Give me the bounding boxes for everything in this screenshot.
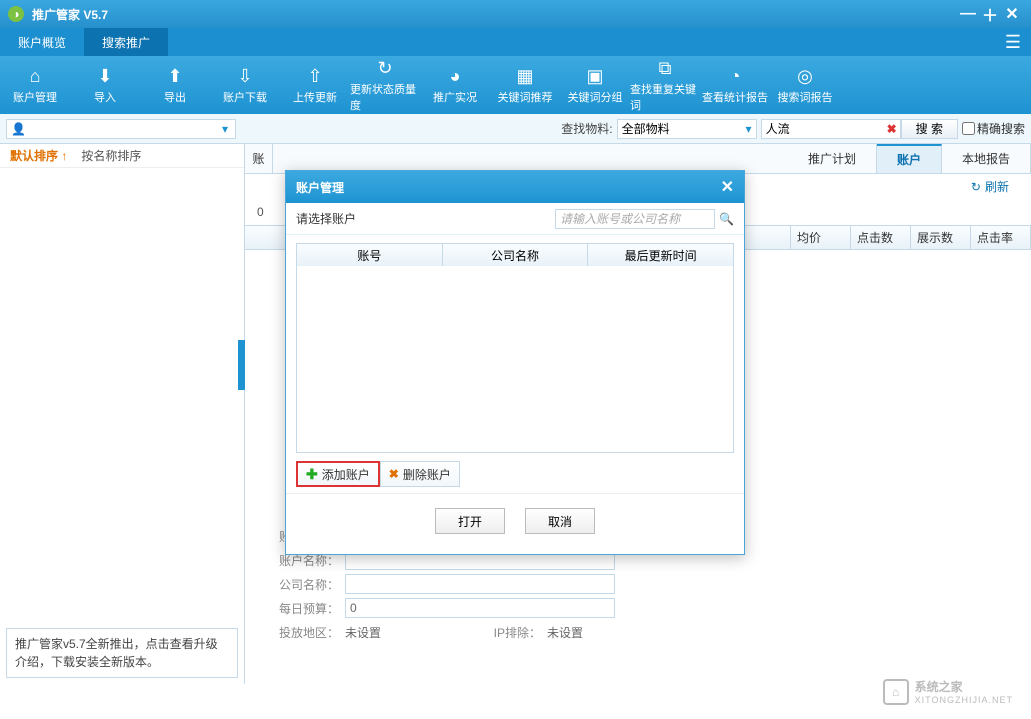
hamburger-menu-icon[interactable]: ☰ bbox=[995, 28, 1031, 56]
group-icon: ▣ bbox=[586, 65, 603, 87]
sidebar-note[interactable]: 推广管家v5.7全新推出，点击查看升级介绍，下载安装全新版本。 bbox=[6, 628, 238, 678]
modal-subtitle: 请选择账户 bbox=[296, 210, 356, 227]
import-icon: ⬇ bbox=[97, 65, 112, 87]
company-label: 公司名称： bbox=[269, 576, 339, 593]
exact-search-checkbox[interactable]: 精确搜索 bbox=[962, 120, 1025, 137]
recommend-icon: ▦ bbox=[516, 65, 533, 87]
region-value: 未设置 bbox=[345, 624, 465, 641]
col-clicks[interactable]: 点击数 bbox=[851, 226, 911, 249]
cancel-button[interactable]: 取消 bbox=[525, 508, 595, 534]
home-icon: ⌂ bbox=[30, 65, 41, 87]
tool-export[interactable]: ⬆导出 bbox=[140, 56, 210, 114]
budget-label: 每日预算： bbox=[269, 600, 339, 617]
app-title: 推广管家 V5.7 bbox=[32, 6, 957, 23]
upload-icon: ⇧ bbox=[307, 65, 322, 87]
add-account-button[interactable]: ✚添加账户 bbox=[296, 461, 380, 487]
col-account[interactable]: 账号 bbox=[297, 244, 443, 266]
col-updated[interactable]: 最后更新时间 bbox=[588, 244, 733, 266]
company-field[interactable] bbox=[345, 574, 615, 594]
sidebar-filter-input[interactable]: 👤 bbox=[6, 119, 236, 139]
modal-account-table: 账号 公司名称 最后更新时间 bbox=[296, 243, 734, 453]
modal-search-input[interactable]: 请输入账号或公司名称 bbox=[555, 209, 715, 229]
search-button[interactable]: 搜 索 bbox=[901, 119, 958, 139]
minimize-button[interactable]: — bbox=[957, 5, 979, 23]
sidebar: 默认排序 ↑ 按名称排序 推广管家v5.7全新推出，点击查看升级介绍，下载安装全… bbox=[0, 144, 245, 684]
tool-import[interactable]: ⬇导入 bbox=[70, 56, 140, 114]
region-label: 投放地区： bbox=[269, 624, 339, 641]
titlebar: ◑ 推广管家 V5.7 — ＋ ✕ bbox=[0, 0, 1031, 28]
col-impr[interactable]: 展示数 bbox=[911, 226, 971, 249]
close-button[interactable]: ✕ bbox=[1001, 4, 1023, 24]
user-icon: 👤 bbox=[11, 122, 26, 136]
toolbar: ⌂账户管理 ⬇导入 ⬆导出 ⇩账户下载 ⇧上传更新 ↻更新状态质量度 ◕推广实况… bbox=[0, 56, 1031, 114]
searchbar: 👤 ▾ 查找物料: 全部物料 人流 ✖ 搜 索 精确搜索 bbox=[0, 114, 1031, 144]
ctab-plan[interactable]: 推广计划 bbox=[788, 144, 877, 173]
download-icon: ⇩ bbox=[237, 65, 252, 87]
find-icon: ⧉ bbox=[659, 57, 672, 79]
dropdown-icon[interactable]: ▾ bbox=[222, 122, 228, 136]
tool-update-quality[interactable]: ↻更新状态质量度 bbox=[350, 56, 420, 114]
tool-stats-report[interactable]: ◔查看统计报告 bbox=[700, 56, 770, 114]
nav-tab-overview[interactable]: 账户概览 bbox=[0, 28, 84, 56]
tool-download[interactable]: ⇩账户下载 bbox=[210, 56, 280, 114]
account-mgmt-modal: 账户管理 ✕ 请选择账户 请输入账号或公司名称 🔍 账号 公司名称 最后更新时间… bbox=[285, 170, 745, 555]
clear-search-icon[interactable]: ✖ bbox=[887, 122, 897, 136]
sort-asc-icon: ↑ bbox=[61, 149, 67, 163]
tool-kw-recommend[interactable]: ▦关键词推荐 bbox=[490, 56, 560, 114]
ctab-account[interactable]: 账户 bbox=[877, 144, 942, 173]
nav-tab-search-promo[interactable]: 搜索推广 bbox=[84, 28, 168, 56]
tool-search-report[interactable]: ◎搜索词报告 bbox=[770, 56, 840, 114]
watermark: ⌂ 系统之家 XITONGZHIJIA.NET bbox=[883, 678, 1013, 705]
tool-promo-live[interactable]: ◕推广实况 bbox=[420, 56, 490, 114]
sort-by-name[interactable]: 按名称排序 bbox=[81, 147, 141, 164]
nav-tabs: 账户概览 搜索推广 ☰ bbox=[0, 28, 1031, 56]
col-avg[interactable]: 均价 bbox=[791, 226, 851, 249]
modal-actions: ✚添加账户 ✖删除账户 bbox=[286, 461, 744, 493]
maximize-button[interactable]: ＋ bbox=[979, 2, 1001, 26]
delete-icon: ✖ bbox=[389, 467, 399, 481]
watermark-badge-icon: ⌂ bbox=[883, 679, 909, 705]
modal-subheader: 请选择账户 请输入账号或公司名称 🔍 bbox=[286, 203, 744, 235]
modal-table-header: 账号 公司名称 最后更新时间 bbox=[297, 244, 733, 266]
tool-upload[interactable]: ⇧上传更新 bbox=[280, 56, 350, 114]
app-logo-icon: ◑ bbox=[8, 6, 24, 22]
delete-account-button[interactable]: ✖删除账户 bbox=[380, 461, 460, 487]
find-material-label: 查找物料: bbox=[561, 120, 612, 137]
refresh-icon: ↻ bbox=[971, 180, 981, 194]
col-ctr[interactable]: 点击率 bbox=[971, 226, 1031, 249]
modal-titlebar[interactable]: 账户管理 ✕ bbox=[286, 171, 744, 203]
tool-find-dup[interactable]: ⧉查找重复关键词 bbox=[630, 56, 700, 114]
modal-title: 账户管理 bbox=[296, 179, 344, 196]
ctab-local-report[interactable]: 本地报告 bbox=[942, 144, 1031, 173]
search-icon: ◎ bbox=[797, 65, 813, 87]
modal-close-icon[interactable]: ✕ bbox=[721, 177, 734, 197]
search-text-input[interactable]: 人流 bbox=[761, 119, 901, 139]
clock-icon: ◕ bbox=[450, 65, 461, 87]
tool-account-mgmt[interactable]: ⌂账户管理 bbox=[0, 56, 70, 114]
search-icon[interactable]: 🔍 bbox=[719, 212, 734, 226]
tool-kw-group[interactable]: ▣关键词分组 bbox=[560, 56, 630, 114]
sort-row: 默认排序 ↑ 按名称排序 bbox=[0, 144, 244, 168]
col-company[interactable]: 公司名称 bbox=[443, 244, 589, 266]
export-icon: ⬆ bbox=[167, 65, 182, 87]
ctab-prefix[interactable]: 账 bbox=[245, 144, 273, 173]
ip-label: IP排除： bbox=[471, 624, 541, 641]
budget-field[interactable]: 0 bbox=[345, 598, 615, 618]
sort-default[interactable]: 默认排序 ↑ bbox=[10, 147, 67, 164]
open-button[interactable]: 打开 bbox=[435, 508, 505, 534]
modal-footer: 打开 取消 bbox=[286, 493, 744, 554]
ip-value: 未设置 bbox=[547, 624, 583, 641]
refresh-icon: ↻ bbox=[377, 57, 392, 79]
pie-icon: ◔ bbox=[730, 65, 741, 87]
refresh-button[interactable]: ↻刷新 bbox=[961, 178, 1019, 195]
plus-icon: ✚ bbox=[306, 466, 318, 483]
material-select[interactable]: 全部物料 bbox=[617, 119, 757, 139]
